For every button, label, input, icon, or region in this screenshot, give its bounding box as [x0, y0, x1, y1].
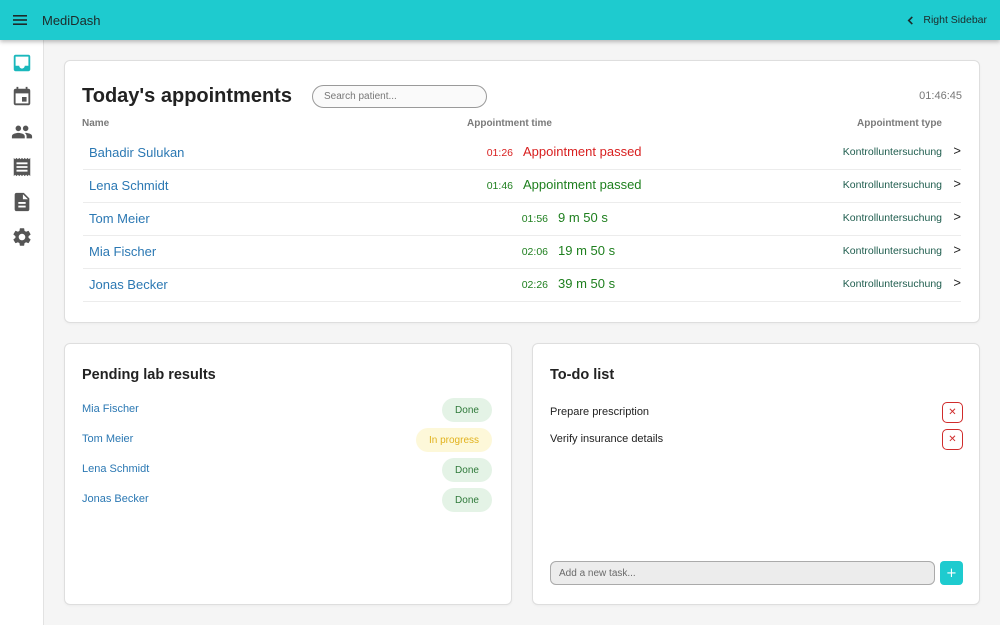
sidebar-item-inbox[interactable] — [11, 52, 33, 74]
appointment-type: Kontrolluntersuchung — [842, 245, 942, 257]
new-task-input[interactable] — [550, 561, 935, 585]
appointment-time-group: 01:26 Appointment passed — [487, 144, 643, 159]
appointment-countdown: 9 m 50 s — [558, 210, 608, 225]
patient-name[interactable]: Tom Meier — [89, 211, 150, 226]
appointment-time-group: 02:06 19 m 50 s — [522, 243, 643, 258]
current-time: 01:46:45 — [919, 90, 962, 102]
inbox-icon — [13, 54, 31, 72]
lab-patient-name[interactable]: Jonas Becker — [82, 493, 149, 505]
row-arrow-icon[interactable]: > — [953, 242, 961, 257]
appointment-type: Kontrolluntersuchung — [842, 212, 942, 224]
patient-name[interactable]: Jonas Becker — [89, 277, 168, 292]
app-title: MediDash — [42, 12, 101, 28]
appointment-type: Kontrolluntersuchung — [842, 179, 942, 191]
appointment-time: 01:26 — [486, 147, 513, 159]
lab-patient-name[interactable]: Tom Meier — [82, 433, 133, 445]
todo-item: Prepare prescription ✕ — [550, 402, 963, 424]
sidebar-item-billing[interactable] — [11, 156, 33, 178]
appointment-time: 01:56 — [521, 213, 548, 225]
appointment-type: Kontrolluntersuchung — [842, 146, 942, 158]
todo-item-text: Verify insurance details — [550, 433, 664, 445]
delete-task-button[interactable]: ✕ — [942, 402, 963, 423]
appointment-row[interactable]: Tom Meier 01:56 9 m 50 s Kontrolluntersu… — [83, 203, 961, 236]
patient-name[interactable]: Mia Fischer — [89, 244, 156, 259]
right-sidebar-toggle[interactable]: Right Sidebar — [906, 14, 987, 26]
appointment-time-group: 01:46 Appointment passed — [487, 177, 643, 192]
receipt-icon — [13, 157, 31, 177]
appointment-countdown: 39 m 50 s — [558, 276, 616, 291]
appointment-countdown: 19 m 50 s — [558, 243, 616, 258]
lab-patient-name[interactable]: Mia Fischer — [82, 403, 139, 415]
appointment-row[interactable]: Mia Fischer 02:06 19 m 50 s Kontrollunte… — [83, 236, 961, 269]
todo-item-text: Prepare prescription — [550, 406, 650, 418]
row-arrow-icon[interactable]: > — [953, 209, 961, 224]
row-arrow-icon[interactable]: > — [953, 143, 961, 158]
appointment-time: 02:26 — [521, 279, 548, 291]
delete-task-button[interactable]: ✕ — [942, 429, 963, 450]
people-icon — [11, 125, 33, 139]
search-patient-input[interactable] — [312, 85, 487, 108]
appointment-row[interactable]: Lena Schmidt 01:46 Appointment passed Ko… — [83, 170, 961, 203]
appointments-card: Today's appointments 01:46:45 Name Appoi… — [64, 60, 980, 323]
top-app-bar: MediDash Right Sidebar — [0, 0, 1000, 40]
column-header-time: Appointment time — [467, 118, 552, 129]
todo-card: To-do list Prepare prescription ✕ Verify… — [532, 343, 980, 605]
left-sidebar — [0, 40, 44, 625]
hamburger-menu-icon — [13, 15, 27, 25]
appointment-time: 01:46 — [486, 180, 513, 192]
appointment-row[interactable]: Bahadir Sulukan 01:26 Appointment passed… — [83, 137, 961, 170]
row-arrow-icon[interactable]: > — [953, 275, 961, 290]
patient-name[interactable]: Bahadir Sulukan — [89, 145, 184, 160]
status-badge: In progress — [416, 428, 492, 452]
settings-icon — [13, 228, 31, 246]
status-badge: Done — [442, 398, 492, 422]
right-sidebar-label: Right Sidebar — [923, 14, 987, 26]
row-arrow-icon[interactable]: > — [953, 176, 961, 191]
calendar-icon — [13, 86, 31, 106]
appointment-time-group: 02:26 39 m 50 s — [522, 276, 643, 291]
chevron-left-icon — [907, 15, 914, 25]
sidebar-item-calendar[interactable] — [11, 86, 33, 108]
appointment-row[interactable]: Jonas Becker 02:26 39 m 50 s Kontrollunt… — [83, 269, 961, 302]
lab-result-row: Lena Schmidt Done — [82, 458, 492, 482]
lab-result-row: Jonas Becker Done — [82, 488, 492, 512]
appointment-type: Kontrolluntersuchung — [842, 278, 942, 290]
appointment-status: Appointment passed — [523, 144, 642, 159]
patient-name[interactable]: Lena Schmidt — [89, 178, 169, 193]
status-badge: Done — [442, 458, 492, 482]
appointment-status: Appointment passed — [523, 177, 642, 192]
todo-item: Verify insurance details ✕ — [550, 429, 963, 451]
appointment-time-group: 01:56 9 m 50 s — [522, 210, 643, 225]
status-badge: Done — [442, 488, 492, 512]
sidebar-item-patients[interactable] — [11, 121, 33, 143]
column-header-name: Name — [82, 118, 110, 129]
lab-result-row: Mia Fischer Done — [82, 398, 492, 422]
document-icon — [14, 192, 30, 212]
lab-results-card: Pending lab results Mia Fischer Done Tom… — [64, 343, 512, 605]
todo-title: To-do list — [550, 367, 615, 383]
appointments-title: Today's appointments — [82, 85, 292, 107]
sidebar-item-settings[interactable] — [11, 226, 33, 248]
lab-results-title: Pending lab results — [82, 367, 216, 383]
menu-button[interactable] — [0, 0, 40, 40]
appointment-time: 02:06 — [521, 246, 548, 258]
lab-result-row: Tom Meier In progress — [82, 428, 492, 452]
sidebar-item-documents[interactable] — [11, 191, 33, 213]
column-header-type: Appointment type — [857, 118, 942, 129]
add-task-button[interactable]: + — [940, 561, 963, 585]
lab-patient-name[interactable]: Lena Schmidt — [82, 463, 149, 475]
